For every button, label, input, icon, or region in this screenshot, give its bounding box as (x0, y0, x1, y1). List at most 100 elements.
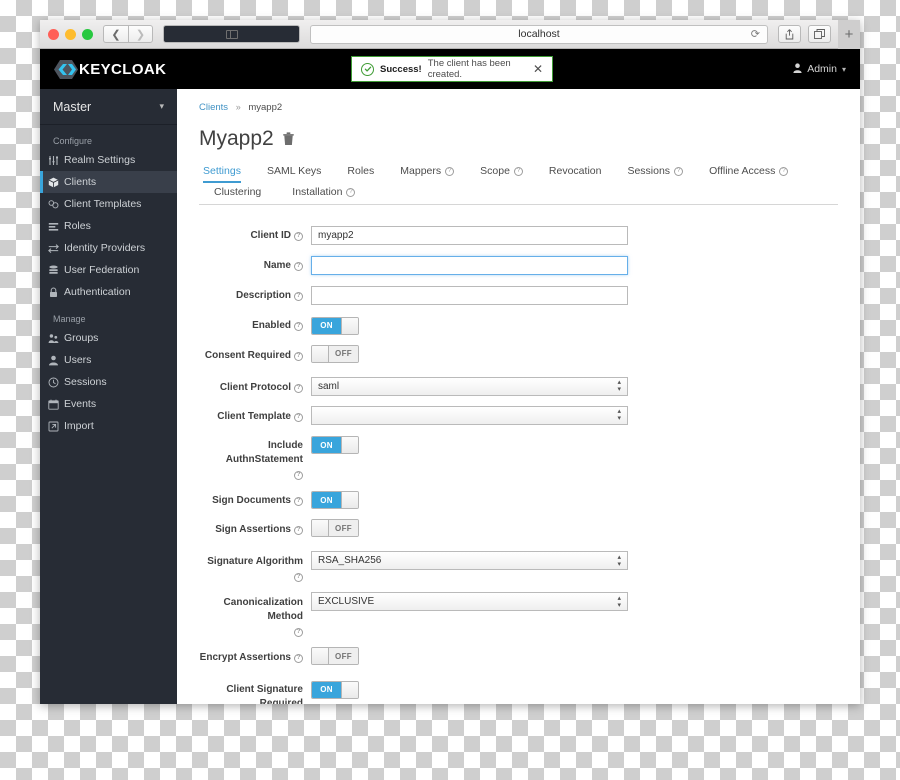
main-content: Clients » myapp2 Myapp2 Settings SAML Ke… (177, 89, 860, 704)
help-icon[interactable]: ? (294, 470, 303, 480)
help-icon[interactable]: ? (294, 292, 303, 301)
sign-documents-toggle[interactable]: ON (311, 491, 359, 509)
include-authnstatement-toggle[interactable]: ON (311, 436, 359, 454)
tab-label: Sessions (627, 165, 671, 177)
groups-icon (48, 333, 59, 344)
chevron-updown-icon: ▴ ▾ (617, 594, 621, 609)
sidebar-item-identity-providers[interactable]: Identity Providers (40, 237, 177, 259)
toggle-state-label: OFF (329, 520, 358, 536)
address-bar[interactable]: localhost ⟳ (310, 24, 768, 44)
realm-selector[interactable]: Master ▾ (40, 89, 177, 125)
sidebar-item-groups[interactable]: Groups (40, 327, 177, 349)
browser-toolbar: ❮ ❯ localhost ⟳ + (40, 20, 860, 49)
help-icon[interactable]: ? (674, 166, 684, 176)
success-alert: Success! The client has been created. ✕ (351, 56, 553, 82)
help-icon[interactable]: ? (294, 654, 303, 663)
client-template-select[interactable]: ▴ ▾ (311, 405, 628, 425)
help-icon[interactable]: ? (294, 322, 303, 331)
select-value: RSA_SHA256 (318, 555, 382, 566)
sidebar-item-label: Authentication (64, 286, 131, 298)
label-text: Signature Algorithm (207, 556, 303, 567)
sidebar-toggle-icon[interactable] (163, 25, 300, 43)
sidebar-item-label: Client Templates (64, 198, 142, 210)
minimize-window-button[interactable] (65, 28, 76, 40)
share-icon[interactable] (778, 25, 801, 43)
chevron-updown-icon: ▴ ▾ (617, 408, 621, 422)
tab-mappers[interactable]: Mappers ? (387, 162, 467, 183)
clock-icon (48, 377, 59, 388)
consent-required-toggle[interactable]: OFF (311, 344, 359, 363)
sidebar-item-sessions[interactable]: Sessions (40, 371, 177, 393)
back-button[interactable]: ❮ (103, 25, 128, 43)
encrypt-assertions-toggle[interactable]: OFF (311, 647, 359, 665)
tab-installation[interactable]: Installation ? (274, 183, 368, 204)
field-label: Include AuthnStatement ? (199, 435, 311, 480)
tab-label: Installation (292, 186, 343, 198)
close-icon[interactable]: ✕ (533, 63, 543, 75)
chevron-updown-icon: ▴ ▾ (617, 553, 621, 568)
help-icon[interactable]: ? (294, 496, 303, 506)
sidebar-item-events[interactable]: Events (40, 393, 177, 415)
tab-label: Settings (203, 165, 241, 177)
sidebar-item-authentication[interactable]: Authentication (40, 281, 177, 303)
tab-label: Roles (347, 165, 375, 177)
canonicalization-method-select[interactable]: EXCLUSIVE ▴ ▾ (311, 592, 628, 611)
new-tab-button[interactable]: + (838, 20, 860, 49)
help-icon[interactable]: ? (779, 166, 789, 176)
signature-algorithm-select[interactable]: RSA_SHA256 ▴ ▾ (311, 551, 628, 570)
sidebar-item-label: Events (64, 398, 97, 410)
label-text: Client Template (217, 410, 291, 422)
tab-settings[interactable]: Settings (201, 162, 254, 183)
maximize-window-button[interactable] (82, 28, 93, 40)
sidebar-item-label: Clients (64, 176, 97, 188)
label-text: Client Signature Required (226, 684, 303, 704)
client-signature-required-toggle[interactable]: ON (311, 680, 359, 699)
client-protocol-select[interactable]: saml ▴ ▾ (311, 376, 628, 396)
tab-roles[interactable]: Roles (334, 162, 387, 183)
help-icon[interactable]: ? (294, 573, 303, 582)
close-window-button[interactable] (48, 28, 59, 40)
help-icon[interactable]: ? (346, 187, 356, 197)
sidebar-item-clients[interactable]: Clients (40, 171, 177, 193)
tab-revocation[interactable]: Revocation (536, 162, 615, 183)
sidebar-item-import[interactable]: Import (40, 415, 177, 437)
sidebar-item-label: Import (64, 420, 94, 432)
help-icon[interactable]: ? (294, 628, 303, 637)
label-text: Enabled (252, 320, 291, 331)
client-id-input[interactable] (311, 226, 628, 245)
tab-label: Offline Access (709, 165, 776, 177)
sign-assertions-toggle[interactable]: OFF (311, 519, 359, 537)
sidebar-item-users[interactable]: Users (40, 349, 177, 371)
toggle-state-label: ON (312, 437, 341, 453)
help-icon[interactable]: ? (294, 232, 303, 241)
help-icon[interactable]: ? (294, 383, 303, 393)
tab-clustering[interactable]: Clustering (201, 183, 274, 204)
sidebar-item-roles[interactable]: Roles (40, 215, 177, 237)
sidebar-item-realm-settings[interactable]: Realm Settings (40, 149, 177, 171)
help-icon[interactable]: ? (445, 166, 455, 176)
description-input[interactable] (311, 286, 628, 305)
reload-icon[interactable]: ⟳ (751, 28, 760, 41)
tab-offline-access[interactable]: Offline Access ? (696, 162, 801, 183)
tab-scope[interactable]: Scope ? (467, 162, 536, 183)
help-icon[interactable]: ? (294, 262, 303, 271)
breadcrumb: Clients » myapp2 (199, 102, 838, 113)
sidebar-item-user-federation[interactable]: User Federation (40, 259, 177, 281)
label-text: Canonicalization Method (223, 597, 303, 622)
enabled-toggle[interactable]: ON (311, 316, 359, 335)
admin-menu[interactable]: Admin ▾ (793, 62, 846, 76)
help-icon[interactable]: ? (294, 526, 303, 535)
tab-sessions[interactable]: Sessions ? (614, 162, 696, 183)
sidebar-item-client-templates[interactable]: Client Templates (40, 193, 177, 215)
forward-button[interactable]: ❯ (128, 25, 153, 43)
keycloak-logo[interactable]: KEYCLOAK (54, 59, 166, 79)
tab-saml-keys[interactable]: SAML Keys (254, 162, 334, 183)
breadcrumb-clients-link[interactable]: Clients (199, 102, 228, 113)
name-input[interactable] (311, 256, 628, 275)
show-tabs-icon[interactable] (808, 25, 831, 43)
field-label: Encrypt Assertions ? (199, 647, 311, 665)
help-icon[interactable]: ? (294, 412, 303, 422)
help-icon[interactable]: ? (513, 166, 523, 176)
help-icon[interactable]: ? (294, 351, 303, 361)
trash-icon[interactable] (282, 132, 295, 146)
